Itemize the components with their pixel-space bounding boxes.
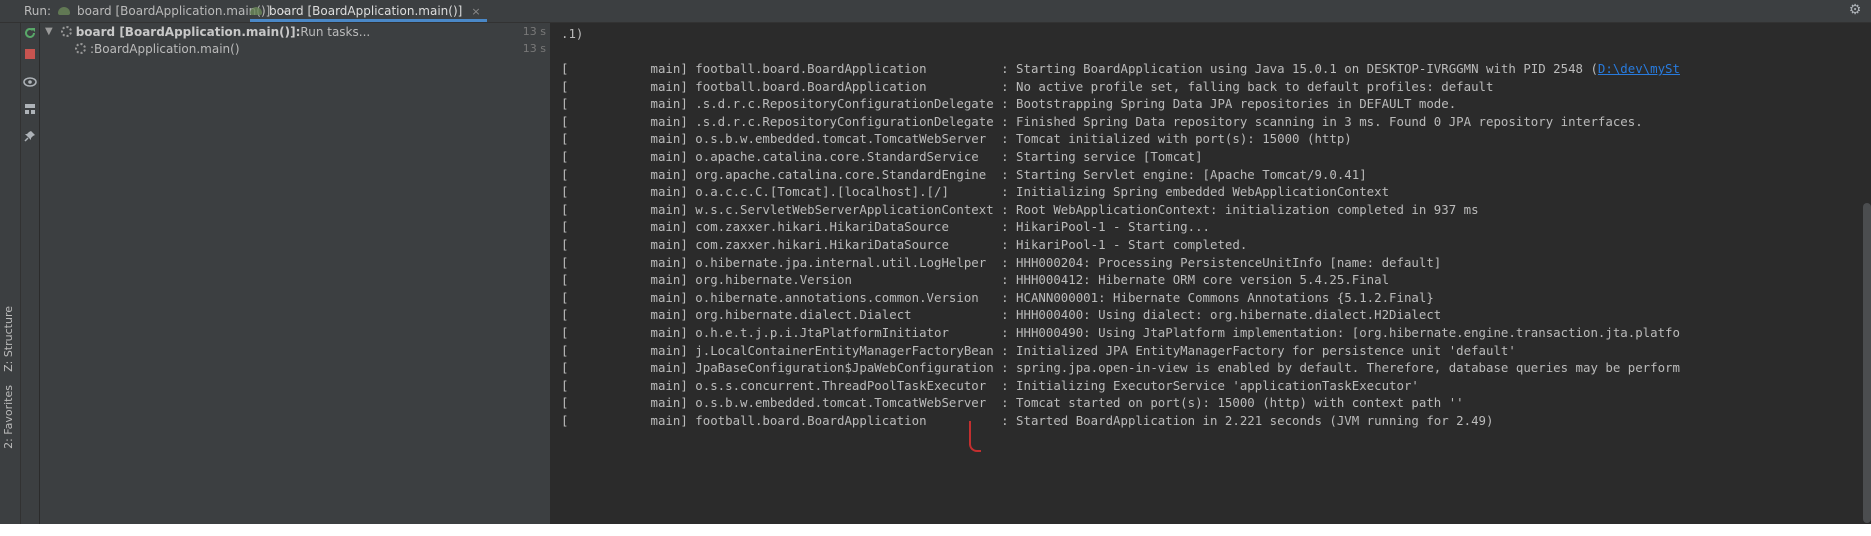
console-header-line: .1) [561, 26, 584, 41]
console-line-text: [ main] o.hibernate.annotations.common.V… [561, 289, 1434, 305]
run-tab-2-label: board [BoardApplication.main()] [269, 4, 463, 18]
mouse-pointer-tail [969, 444, 981, 452]
chevron-down-icon[interactable]: ▼ [45, 26, 53, 37]
spinner-icon [75, 43, 86, 54]
console-line: [ main] org.apache.catalina.core.Standar… [561, 166, 1367, 183]
console-line: [ main] o.hibernate.annotations.common.V… [561, 289, 1434, 306]
console-line: [ main] o.s.b.w.embedded.tomcat.TomcatWe… [561, 130, 1352, 147]
pin-icon[interactable] [22, 128, 38, 144]
console-line: [ main] football.board.BoardApplication … [561, 78, 1493, 95]
tree-root-label: board [BoardApplication.main()]: [75, 24, 301, 39]
favorites-stripe-button[interactable]: 2: Favorites [2, 385, 16, 449]
console-line: [ main] com.zaxxer.hikari.HikariDataSour… [561, 236, 1247, 253]
run-tab-2[interactable]: board [BoardApplication.main()] × [250, 0, 487, 22]
console-line: [ main] .s.d.r.c.RepositoryConfiguration… [561, 113, 1643, 130]
console-line-text: [ main] com.zaxxer.hikari.HikariDataSour… [561, 237, 1248, 252]
console-line: [ main] j.LocalContainerEntityManagerFac… [561, 342, 1516, 359]
console-line: [ main] w.s.c.ServletWebServerApplicatio… [561, 201, 1479, 218]
tree-child[interactable]: :BoardApplication.main() 13 s [75, 40, 550, 57]
run-tree: ▼ board [BoardApplication.main()]: Run t… [40, 23, 551, 524]
console-line-text: [ main] JpaBaseConfiguration$JpaWebConfi… [561, 360, 1680, 376]
mouse-pointer-mark [969, 421, 971, 445]
console-line-text: [ main] org.apache.catalina.core.Standar… [561, 166, 1367, 182]
console-line: [ main] org.hibernate.dialect.Dialect : … [561, 306, 1441, 323]
console-line-text: [ main] org.hibernate.Version : HHH00041… [561, 272, 1390, 288]
console-line: [ main] com.zaxxer.hikari.HikariDataSour… [561, 218, 1210, 235]
console-line-text: [ main] .s.d.r.c.RepositoryConfiguration… [561, 96, 1457, 112]
tree-child-time: 13 s [522, 42, 546, 55]
console-line-text: [ main] .s.d.r.c.RepositoryConfiguration… [561, 113, 1643, 129]
spring-boot-icon [58, 6, 72, 16]
tree-child-label: :BoardApplication.main() [90, 41, 240, 56]
left-tool-stripe: Z: Structure 2: Favorites [0, 23, 21, 524]
tree-root[interactable]: ▼ board [BoardApplication.main()]: Run t… [45, 23, 550, 40]
console-line: [ main] org.hibernate.Version : HHH00041… [561, 271, 1389, 288]
run-tab-1-label: board [BoardApplication.main()] [77, 4, 271, 18]
console-line: [ main] football.board.BoardApplication … [561, 60, 1680, 77]
close-icon[interactable]: × [471, 5, 480, 18]
stop-icon[interactable] [22, 46, 38, 62]
console-line: [ main] o.h.e.t.j.p.i.JtaPlatformInitiat… [561, 324, 1680, 341]
console-line-text: [ main] o.apache.catalina.core.StandardS… [561, 149, 1203, 164]
console-line-text: [ main] o.s.b.w.embedded.tomcat.TomcatWe… [561, 131, 1352, 147]
layout-icon[interactable] [22, 101, 38, 117]
console-line-text: [ main] com.zaxxer.hikari.HikariDataSour… [561, 219, 1211, 235]
console-line: [ main] o.s.s.concurrent.ThreadPoolTaskE… [561, 377, 1419, 394]
tree-root-status: Run tasks... [300, 24, 371, 39]
console-line-text: [ main] o.s.s.concurrent.ThreadPoolTaskE… [561, 377, 1419, 393]
spring-boot-icon [250, 6, 264, 16]
console-output[interactable]: .1) [ main] football.board.BoardApplicat… [551, 23, 1871, 524]
rerun-icon[interactable] [22, 25, 38, 41]
tree-root-time: 13 s [522, 25, 546, 38]
structure-stripe-button[interactable]: Z: Structure [2, 306, 16, 372]
run-toolbar [21, 23, 40, 524]
console-line: [ main] o.apache.catalina.core.StandardS… [561, 148, 1203, 165]
console-line: [ main] football.board.BoardApplication … [561, 412, 1493, 429]
run-label: Run: [24, 4, 52, 18]
console-line: [ main] o.hibernate.jpa.internal.util.Lo… [561, 254, 1441, 271]
console-line-text: [ main] football.board.BoardApplication … [561, 413, 1494, 428]
console-line: [ main] o.a.c.c.C.[Tomcat].[localhost].[… [561, 183, 1389, 200]
console-line-text: [ main] o.a.c.c.C.[Tomcat].[localhost].[… [561, 184, 1390, 200]
console-line: [ main] o.s.b.w.embedded.tomcat.TomcatWe… [561, 394, 1464, 411]
console-line: [ main] .s.d.r.c.RepositoryConfiguration… [561, 95, 1456, 112]
console-line-text: [ main] o.h.e.t.j.p.i.JtaPlatformInitiat… [561, 325, 1680, 340]
console-path-link[interactable]: D:\dev\mySt [1598, 61, 1680, 76]
gear-icon[interactable]: ⚙ [1847, 2, 1863, 18]
eye-icon[interactable] [22, 74, 38, 90]
console-line-text: [ main] o.s.b.w.embedded.tomcat.TomcatWe… [561, 395, 1464, 411]
console-line-text: [ main] org.hibernate.dialect.Dialect : … [561, 307, 1442, 323]
console-line-text: [ main] o.hibernate.jpa.internal.util.Lo… [561, 254, 1442, 270]
run-tool-window: Run: board [BoardApplication.main()] × b… [0, 0, 1871, 524]
console-line-text: [ main] football.board.BoardApplication … [561, 61, 1598, 76]
console-line-text: [ main] j.LocalContainerEntityManagerFac… [561, 342, 1516, 358]
spinner-icon [60, 26, 72, 37]
console-line-text: [ main] w.s.c.ServletWebServerApplicatio… [561, 201, 1479, 217]
vertical-scrollbar[interactable] [1863, 203, 1871, 523]
console-line: [ main] JpaBaseConfiguration$JpaWebConfi… [561, 359, 1680, 376]
console-line-text: [ main] football.board.BoardApplication … [561, 78, 1494, 94]
run-tab-bar: Run: board [BoardApplication.main()] × b… [0, 0, 1871, 23]
